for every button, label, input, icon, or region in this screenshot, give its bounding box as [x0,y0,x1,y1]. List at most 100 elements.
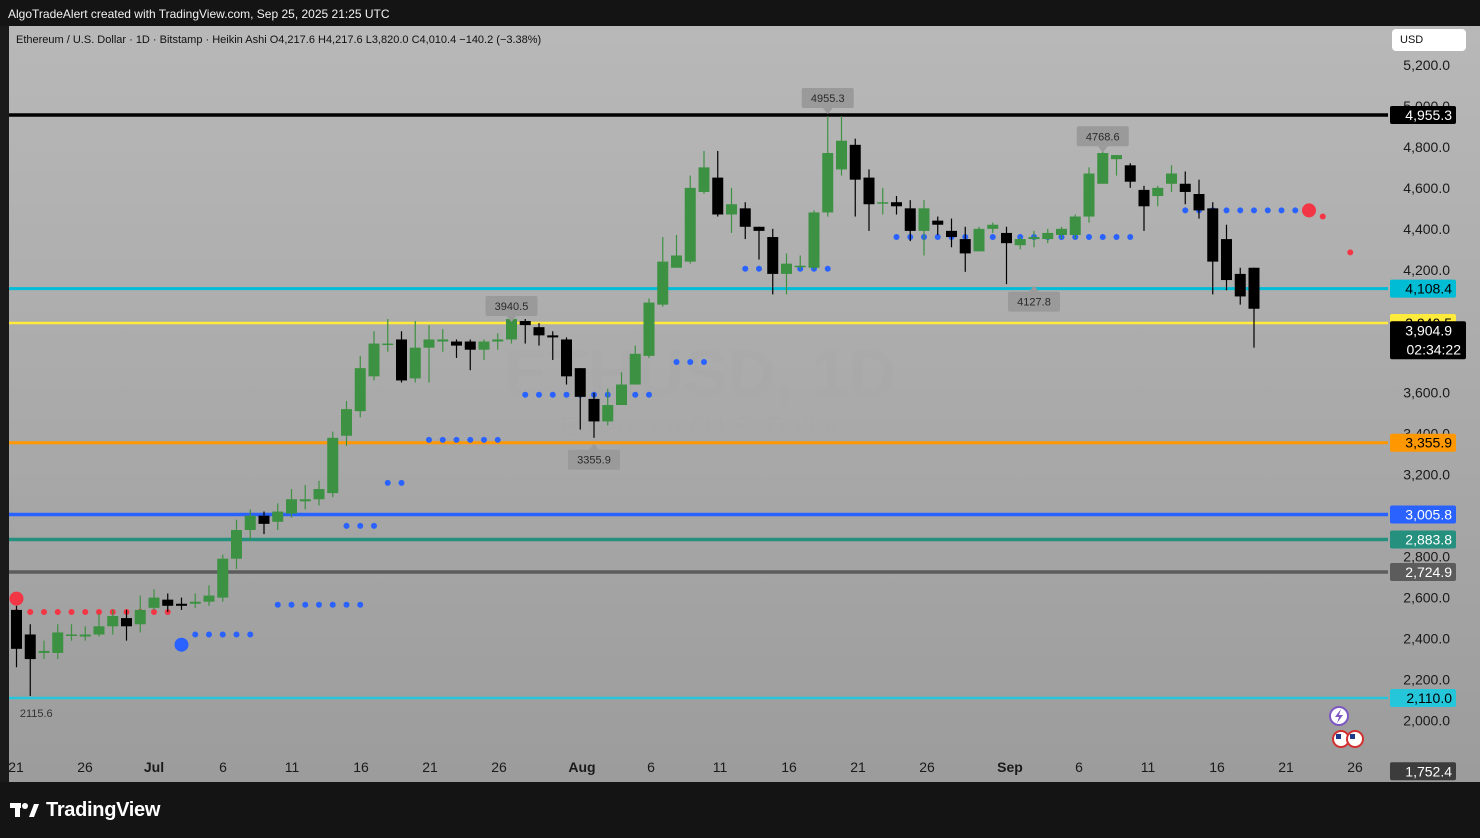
candle-body[interactable] [176,603,187,606]
price-chart[interactable]: ETHUSD, 1D Ethereum / U.S. Dollar 4955.3… [0,26,1480,782]
x-tick-label: Sep [997,759,1023,775]
candle-body[interactable] [1152,187,1164,197]
candle-body[interactable] [877,202,889,204]
candle-body[interactable] [286,499,297,514]
candle-body[interactable] [244,515,256,530]
candle-body[interactable] [24,634,36,660]
candle-body[interactable] [189,601,201,604]
candle-body[interactable] [918,208,930,231]
candle-body[interactable] [272,511,284,522]
candle-body[interactable] [478,341,490,350]
y-tick-label: 4,800.0 [1403,139,1450,155]
candle-body[interactable] [533,327,545,336]
support-dot [1292,207,1299,214]
candle-body[interactable] [492,339,504,342]
candle-body[interactable] [959,239,971,254]
candle-body[interactable] [547,335,559,338]
candle-body[interactable] [616,384,627,406]
candle-body[interactable] [1083,173,1095,217]
tradingview-logo-icon [10,802,39,817]
candle-body[interactable] [561,339,572,377]
candle-body[interactable] [1001,232,1012,244]
candle-body[interactable] [1124,165,1136,182]
candle-body[interactable] [1014,239,1026,246]
candle-body[interactable] [657,261,669,305]
candle-body[interactable] [1097,153,1109,184]
candle-body[interactable] [1234,273,1246,297]
candle-body[interactable] [1028,237,1040,240]
candle-body[interactable] [863,177,875,205]
candle-body[interactable] [107,616,119,627]
candle-body[interactable] [588,398,600,422]
candle-body[interactable] [93,626,105,635]
candle-body[interactable] [1111,155,1122,160]
candle-body[interactable] [1166,173,1177,184]
candle-body[interactable] [162,599,174,606]
candle-body[interactable] [1069,216,1081,235]
candle-body[interactable] [66,634,77,636]
resistance-dot [82,608,89,615]
candle-body[interactable] [327,437,339,494]
candle-body[interactable] [437,339,449,342]
candle-body[interactable] [987,224,999,229]
candle-body[interactable] [698,167,710,192]
candle-body[interactable] [1138,189,1150,207]
candle-body[interactable] [808,212,820,268]
candle-body[interactable] [52,632,64,653]
candle-body[interactable] [341,409,352,436]
candle-body[interactable] [79,634,91,637]
candle-body[interactable] [753,226,765,231]
candle-body[interactable] [849,144,861,180]
candle-body[interactable] [299,499,311,502]
candle-body[interactable] [368,343,380,377]
candle-body[interactable] [1042,232,1054,240]
candle-body[interactable] [231,530,242,559]
candle-body[interactable] [1179,183,1191,192]
currency-selector[interactable]: USD [1392,29,1466,51]
candle-body[interactable] [148,597,160,608]
candle-body[interactable] [506,318,517,340]
candle-body[interactable] [643,302,655,356]
candle-body[interactable] [574,368,586,397]
candle-body[interactable] [794,265,806,268]
candle-body[interactable] [11,609,22,649]
candle-body[interactable] [822,153,834,213]
level-price-label: 2,883.8 [1405,531,1452,547]
candle-body[interactable] [1207,208,1219,262]
candle-body[interactable] [217,558,229,598]
candle-body[interactable] [1248,267,1260,309]
candle-body[interactable] [671,255,682,268]
candle-body[interactable] [519,321,531,326]
candle-body[interactable] [451,341,462,346]
candle-body[interactable] [891,202,902,207]
candle-body[interactable] [767,237,779,274]
candle-body[interactable] [1221,239,1232,281]
candle-body[interactable] [904,208,916,231]
candle-body[interactable] [396,339,407,381]
candle-body[interactable] [684,187,696,262]
candle-body[interactable] [313,489,325,500]
candle-body[interactable] [203,595,215,602]
candle-body[interactable] [932,220,944,225]
candle-body[interactable] [602,405,614,422]
candle-body[interactable] [629,353,641,385]
candle-body[interactable] [38,650,50,653]
candle-body[interactable] [1056,228,1067,235]
candle-body[interactable] [258,515,270,524]
candle-body[interactable] [121,618,132,627]
tradingview-logo[interactable]: TradingView [10,799,160,822]
candle-body[interactable] [973,228,985,252]
candle-body[interactable] [781,263,792,274]
candle-body[interactable] [354,368,366,412]
candle-body[interactable] [946,230,957,238]
candle-body[interactable] [726,204,737,215]
candle-body[interactable] [423,339,435,348]
candle-body[interactable] [409,347,421,379]
candle-body[interactable] [464,341,476,350]
candle-body[interactable] [382,343,394,346]
candle-body[interactable] [134,609,146,625]
candle-body[interactable] [739,208,751,227]
candle-body[interactable] [1193,194,1205,211]
candle-body[interactable] [836,140,847,170]
candle-body[interactable] [712,177,724,215]
